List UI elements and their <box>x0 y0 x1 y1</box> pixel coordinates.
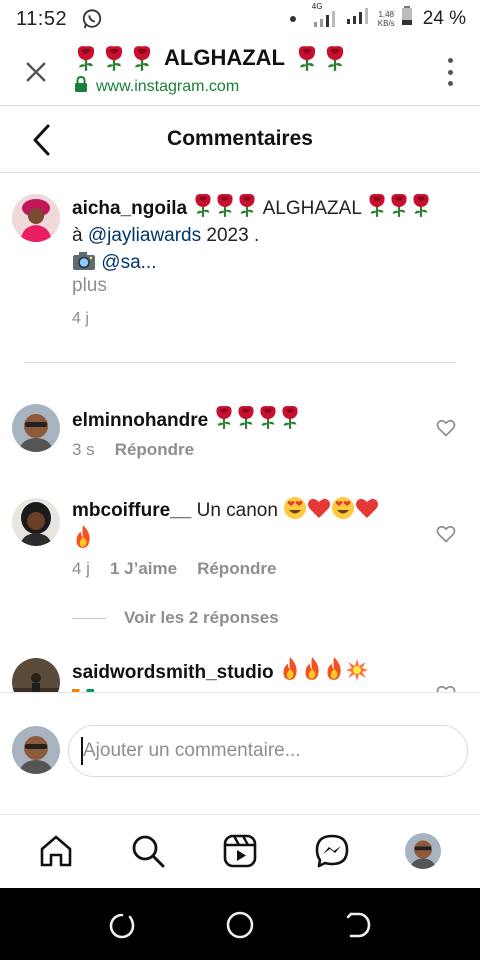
back-button-icon[interactable] <box>345 910 375 940</box>
reels-icon[interactable] <box>222 833 258 869</box>
rose-emoji-icon <box>323 44 347 72</box>
caption-year: 2023 . <box>206 225 260 246</box>
browser-bar: ALGHAZAL www.instagram.com <box>0 38 480 106</box>
divider <box>72 617 106 619</box>
rose-emoji-icon <box>213 404 235 430</box>
rose-emoji-icon <box>102 44 126 72</box>
rose-emoji-icon <box>388 192 410 218</box>
rose-emoji-icon <box>295 44 319 72</box>
comments-header: Commentaires <box>0 107 480 173</box>
avatar[interactable] <box>12 194 60 242</box>
comment-timestamp: 4 j <box>72 559 90 578</box>
whatsapp-icon <box>81 8 103 30</box>
comment-meta: 4 j 1 J’aime Répondre <box>72 559 276 579</box>
lock-icon <box>74 75 88 97</box>
comment-text: elminnohandre <box>72 404 412 434</box>
caption-prefix: à <box>72 225 83 246</box>
comment-body: Un canon <box>196 500 278 521</box>
reply-button[interactable]: Répondre <box>115 440 194 460</box>
rose-emoji-icon <box>130 44 154 72</box>
comment-composer <box>0 692 480 814</box>
red-heart-emoji-icon <box>307 496 331 520</box>
status-bar: 11:52 4G 1.48 KB/s 24 % <box>0 0 480 38</box>
battery-icon <box>401 6 413 32</box>
caption-timestamp: 4 j <box>72 310 89 327</box>
heart-outline-icon[interactable] <box>436 524 456 544</box>
view-replies-label: Voir les 2 réponses <box>124 608 279 627</box>
avatar[interactable] <box>12 498 60 546</box>
text-cursor <box>81 737 83 765</box>
status-time: 11:52 <box>16 7 68 30</box>
url-text: www.instagram.com <box>96 77 240 95</box>
heart-eyes-emoji-icon <box>283 496 307 520</box>
comment-username[interactable]: saidwordsmith_studio <box>72 662 274 683</box>
close-icon[interactable] <box>22 58 50 86</box>
fire-emoji-icon <box>301 656 323 682</box>
url-row[interactable]: www.instagram.com <box>74 75 240 97</box>
collision-emoji-icon <box>345 658 369 682</box>
rose-emoji-icon <box>192 192 214 218</box>
network-speed-unit: KB/s <box>377 19 395 28</box>
rose-emoji-icon <box>410 192 432 218</box>
profile-avatar[interactable] <box>405 833 441 869</box>
heart-outline-icon[interactable] <box>436 418 456 438</box>
avatar <box>12 726 60 774</box>
rose-emoji-icon <box>257 404 279 430</box>
comment-timestamp: 3 s <box>72 440 95 459</box>
rose-emoji-icon <box>279 404 301 430</box>
signal-icon <box>346 7 372 31</box>
rose-emoji-icon <box>74 44 98 72</box>
page-title: Commentaires <box>167 127 313 150</box>
battery-percent: 24 % <box>422 8 466 29</box>
browser-title-text: ALGHAZAL <box>164 45 285 70</box>
rose-emoji-icon <box>236 192 258 218</box>
red-heart-emoji-icon <box>355 496 379 520</box>
rose-emoji-icon <box>214 192 236 218</box>
heart-eyes-emoji-icon <box>331 496 355 520</box>
rose-emoji-icon <box>366 192 388 218</box>
comment-text: mbcoiffure__ Un canon <box>72 496 412 554</box>
comment-text: saidwordsmith_studio <box>72 656 432 692</box>
caption-text: aicha_ngoila ALGHAZAL à @jayliawards 202… <box>72 192 472 279</box>
fire-emoji-icon <box>279 656 301 682</box>
comment-username[interactable]: mbcoiffure__ <box>72 500 191 521</box>
mention-link[interactable]: @jayliawards <box>88 225 201 246</box>
view-replies-button[interactable]: Voir les 2 réponses <box>72 608 279 628</box>
signal-4g-icon: 4G <box>312 2 340 28</box>
caption-username[interactable]: aicha_ngoila <box>72 198 187 219</box>
fire-emoji-icon <box>72 524 94 550</box>
rose-emoji-icon <box>235 404 257 430</box>
caption-main-text: ALGHAZAL <box>262 198 362 219</box>
heart-outline-icon[interactable] <box>436 684 456 692</box>
system-nav-bar <box>0 888 480 960</box>
network-speed-value: 1.48 <box>378 10 395 19</box>
comment-username[interactable]: elminnohandre <box>72 410 208 431</box>
home-icon[interactable] <box>38 833 74 869</box>
bottom-tab-bar <box>0 814 480 888</box>
fire-emoji-icon <box>323 656 345 682</box>
avatar[interactable] <box>12 658 60 692</box>
divider <box>24 362 456 363</box>
likes-count[interactable]: 1 J’aime <box>110 559 177 579</box>
avatar[interactable] <box>12 404 60 452</box>
messenger-icon[interactable] <box>314 833 350 869</box>
mention-link[interactable]: @sa... <box>101 252 156 273</box>
more-vertical-icon[interactable] <box>446 58 454 86</box>
more-link[interactable]: plus <box>72 275 107 297</box>
network-gen-label: 4G <box>311 2 323 11</box>
recent-apps-icon[interactable] <box>106 910 136 940</box>
comment-meta: 3 s Répondre <box>72 440 194 460</box>
home-button-icon[interactable] <box>225 910 255 940</box>
reply-button[interactable]: Répondre <box>197 559 276 579</box>
comment-input[interactable] <box>68 725 468 777</box>
search-icon[interactable] <box>130 833 166 869</box>
network-speed: 1.48 KB/s <box>378 10 395 28</box>
notification-dot-icon <box>289 16 296 22</box>
browser-page-title: ALGHAZAL <box>74 44 347 72</box>
comment-item: saidwordsmith_studio <box>0 656 480 692</box>
